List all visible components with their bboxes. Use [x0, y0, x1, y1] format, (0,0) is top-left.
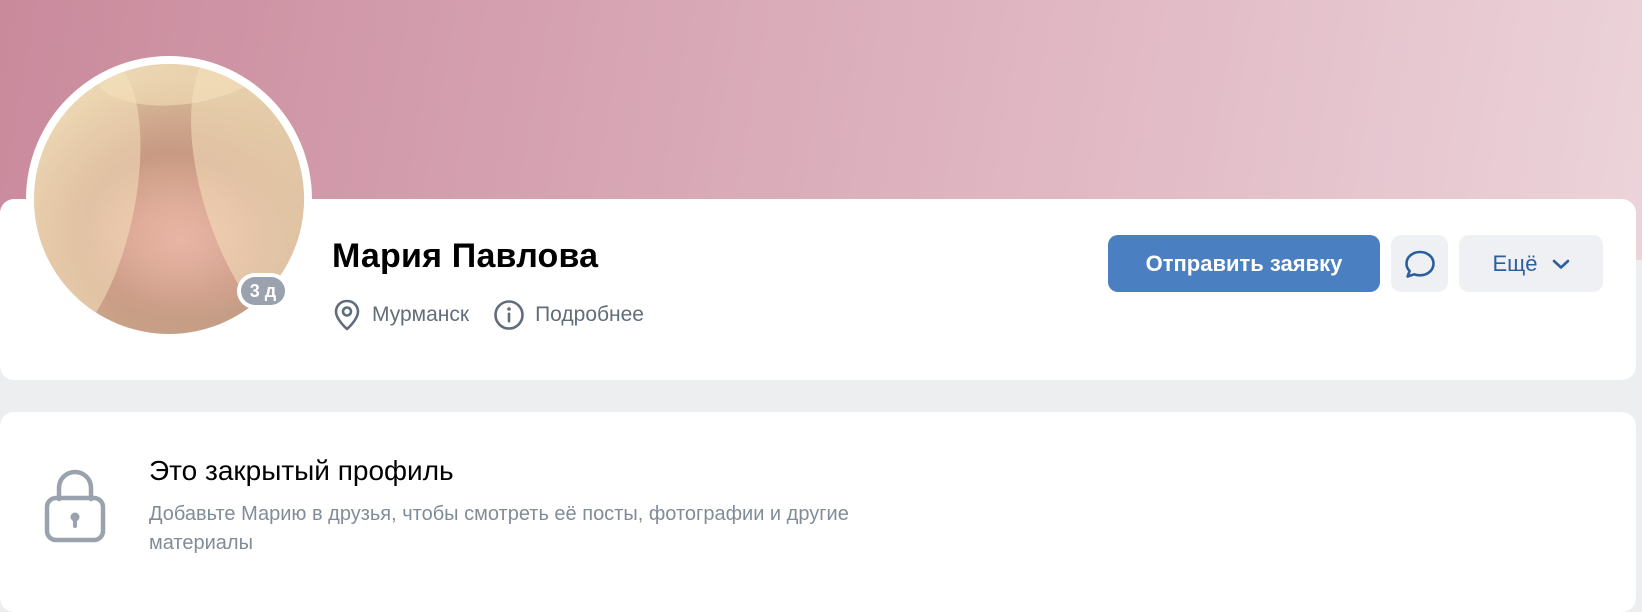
message-button[interactable]: [1391, 235, 1448, 292]
city-item[interactable]: Мурманск: [332, 298, 469, 332]
city-label: Мурманск: [372, 303, 470, 326]
message-bubble-icon: [1404, 250, 1435, 278]
more-button[interactable]: Ещё: [1459, 235, 1603, 292]
info-icon: [494, 300, 524, 330]
chevron-down-icon: [1552, 259, 1569, 269]
profile-meta: Мурманск Подробнее: [332, 298, 644, 332]
send-friend-request-button[interactable]: Отправить заявку: [1108, 235, 1380, 292]
last-seen-label: 3 д: [241, 277, 285, 305]
details-link[interactable]: Подробнее: [493, 299, 644, 331]
location-pin-icon: [334, 299, 360, 331]
closed-profile-title: Это закрытый профиль: [149, 455, 454, 486]
more-label: Ещё: [1492, 250, 1538, 276]
closed-profile-description: Добавьте Марию в друзья, чтобы смотреть …: [149, 503, 849, 554]
last-seen-badge: 3 д: [237, 273, 289, 309]
profile-name: Мария Павлова: [332, 237, 599, 275]
lock-icon: [44, 469, 106, 543]
details-label: Подробнее: [535, 303, 644, 326]
